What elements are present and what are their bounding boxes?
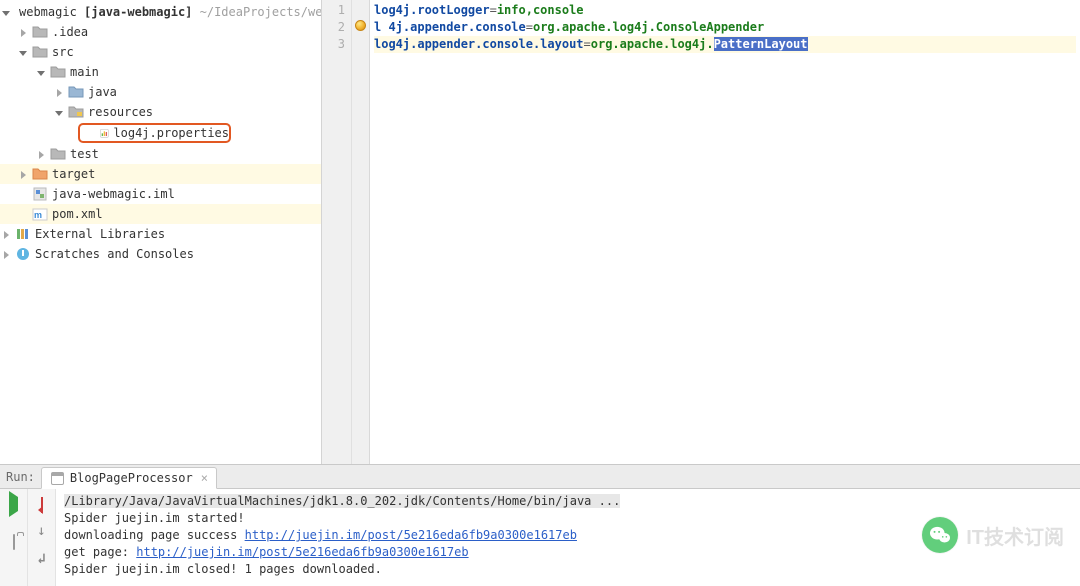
folder-icon [32, 44, 48, 60]
run-tabbar: Run: BlogPageProcessor × [0, 465, 1080, 489]
libraries-icon [15, 226, 31, 242]
tree-label: main [70, 65, 99, 79]
chevron-right-icon [18, 27, 28, 37]
tree-label: External Libraries [35, 227, 165, 241]
project-root-label: webmagic [java-webmagic] ~/IdeaProjects/… [19, 5, 322, 19]
chevron-right-icon [1, 229, 11, 239]
tree-label: java [88, 85, 117, 99]
tree-node-java[interactable]: java [0, 82, 321, 102]
run-tab[interactable]: BlogPageProcessor × [41, 467, 217, 489]
code-line[interactable]: l​o4j.appender.console=org.apache.log4j.… [374, 19, 1076, 36]
selection: PatternLayout [714, 37, 808, 51]
scratches-icon [15, 246, 31, 262]
properties-file-icon [99, 125, 110, 141]
code-line-current[interactable]: log4j.appender.console.layout=org.apache… [374, 36, 1076, 53]
chevron-right-icon [18, 169, 28, 179]
run-tab-label: BlogPageProcessor [70, 471, 193, 485]
scroll-down-button[interactable]: ↓ [37, 523, 45, 539]
app-icon [50, 470, 66, 486]
rerun-button[interactable] [41, 497, 43, 511]
line-number: 1 [322, 2, 351, 19]
tree-label: Scratches and Consoles [35, 247, 194, 261]
console-link[interactable]: http://juejin.im/post/5e216eda6fb9a0300e… [245, 528, 577, 542]
watermark-text: IT技术订阅 [966, 521, 1064, 550]
tree-node-main[interactable]: main [0, 62, 321, 82]
tree-node-test[interactable]: test [0, 144, 321, 164]
run-tool-window[interactable]: Run: BlogPageProcessor × ↓ ↲ /Library/Ja… [0, 465, 1080, 586]
code-area[interactable]: log4j.rootLogger=info,console l​o4j.appe… [370, 0, 1080, 464]
tree-label: pom.xml [52, 207, 103, 221]
soft-wrap-button[interactable]: ↲ [37, 551, 45, 567]
folder-resources-icon [68, 104, 84, 120]
tree-node-log4j-properties[interactable]: log4j.properties [78, 123, 231, 143]
folder-src-icon [68, 84, 84, 100]
console-line: Spider juejin.im closed! 1 pages downloa… [64, 562, 382, 576]
project-tree[interactable]: webmagic [java-webmagic] ~/IdeaProjects/… [0, 0, 322, 464]
maven-icon: m [32, 206, 48, 222]
spacer [18, 209, 28, 219]
console-line: downloading page success http://juejin.i… [64, 528, 577, 542]
tree-label: src [52, 45, 74, 59]
tree-node-pom[interactable]: m pom.xml [0, 204, 321, 224]
tree-node-src[interactable]: src [0, 42, 321, 62]
line-number: 3 [322, 36, 351, 53]
breakpoint-icon[interactable] [355, 20, 366, 31]
marker-gutter [352, 0, 370, 464]
tree-node-iml[interactable]: java-webmagic.iml [0, 184, 321, 204]
tree-node-idea[interactable]: .idea [0, 22, 321, 42]
line-number-gutter: 1 2 3 [322, 0, 352, 464]
svg-text:m: m [34, 210, 42, 220]
folder-excluded-icon [32, 166, 48, 182]
chevron-right-icon [36, 149, 46, 159]
line-number: 2 [322, 19, 351, 36]
editor[interactable]: 1 2 3 log4j.rootLogger=info,console l​o4… [322, 0, 1080, 464]
tree-label: target [52, 167, 95, 181]
chevron-down-icon [36, 67, 46, 77]
console-line: Spider juejin.im started! [64, 511, 245, 525]
tree-node-target[interactable]: target [0, 164, 321, 184]
console-line: get page: http://juejin.im/post/5e216eda… [64, 545, 469, 559]
watermark: IT技术订阅 [922, 517, 1064, 553]
spacer [18, 189, 28, 199]
close-icon[interactable]: × [197, 471, 208, 485]
tree-node-scratches[interactable]: Scratches and Consoles [0, 244, 321, 264]
run-play-button[interactable] [9, 497, 18, 511]
tree-label: .idea [52, 25, 88, 39]
run-toolbar-left [0, 489, 28, 586]
console-cmd: /Library/Java/JavaVirtualMachines/jdk1.8… [64, 494, 620, 508]
tree-label: log4j.properties [113, 126, 229, 140]
wechat-icon [922, 517, 958, 553]
chevron-right-icon [54, 87, 64, 97]
tree-node-resources[interactable]: resources [0, 102, 321, 122]
code-line[interactable]: log4j.rootLogger=info,console [374, 2, 1076, 19]
run-label: Run: [6, 470, 35, 484]
run-camera-button[interactable] [13, 535, 15, 549]
chevron-right-icon [1, 249, 11, 259]
tree-label: resources [88, 105, 153, 119]
tree-root[interactable]: webmagic [java-webmagic] ~/IdeaProjects/… [0, 2, 321, 22]
folder-icon [50, 64, 66, 80]
console-link[interactable]: http://juejin.im/post/5e216eda6fb9a0300e… [136, 545, 468, 559]
chevron-down-icon [18, 47, 28, 57]
chevron-down-icon [54, 107, 64, 117]
folder-icon [50, 146, 66, 162]
tree-node-external-libraries[interactable]: External Libraries [0, 224, 321, 244]
tree-label: java-webmagic.iml [52, 187, 175, 201]
tree-label: test [70, 147, 99, 161]
run-toolbar-inner: ↓ ↲ [28, 489, 56, 586]
folder-icon [32, 24, 48, 40]
spacer [88, 128, 95, 138]
chevron-down-icon [1, 7, 11, 17]
module-icon [32, 186, 48, 202]
